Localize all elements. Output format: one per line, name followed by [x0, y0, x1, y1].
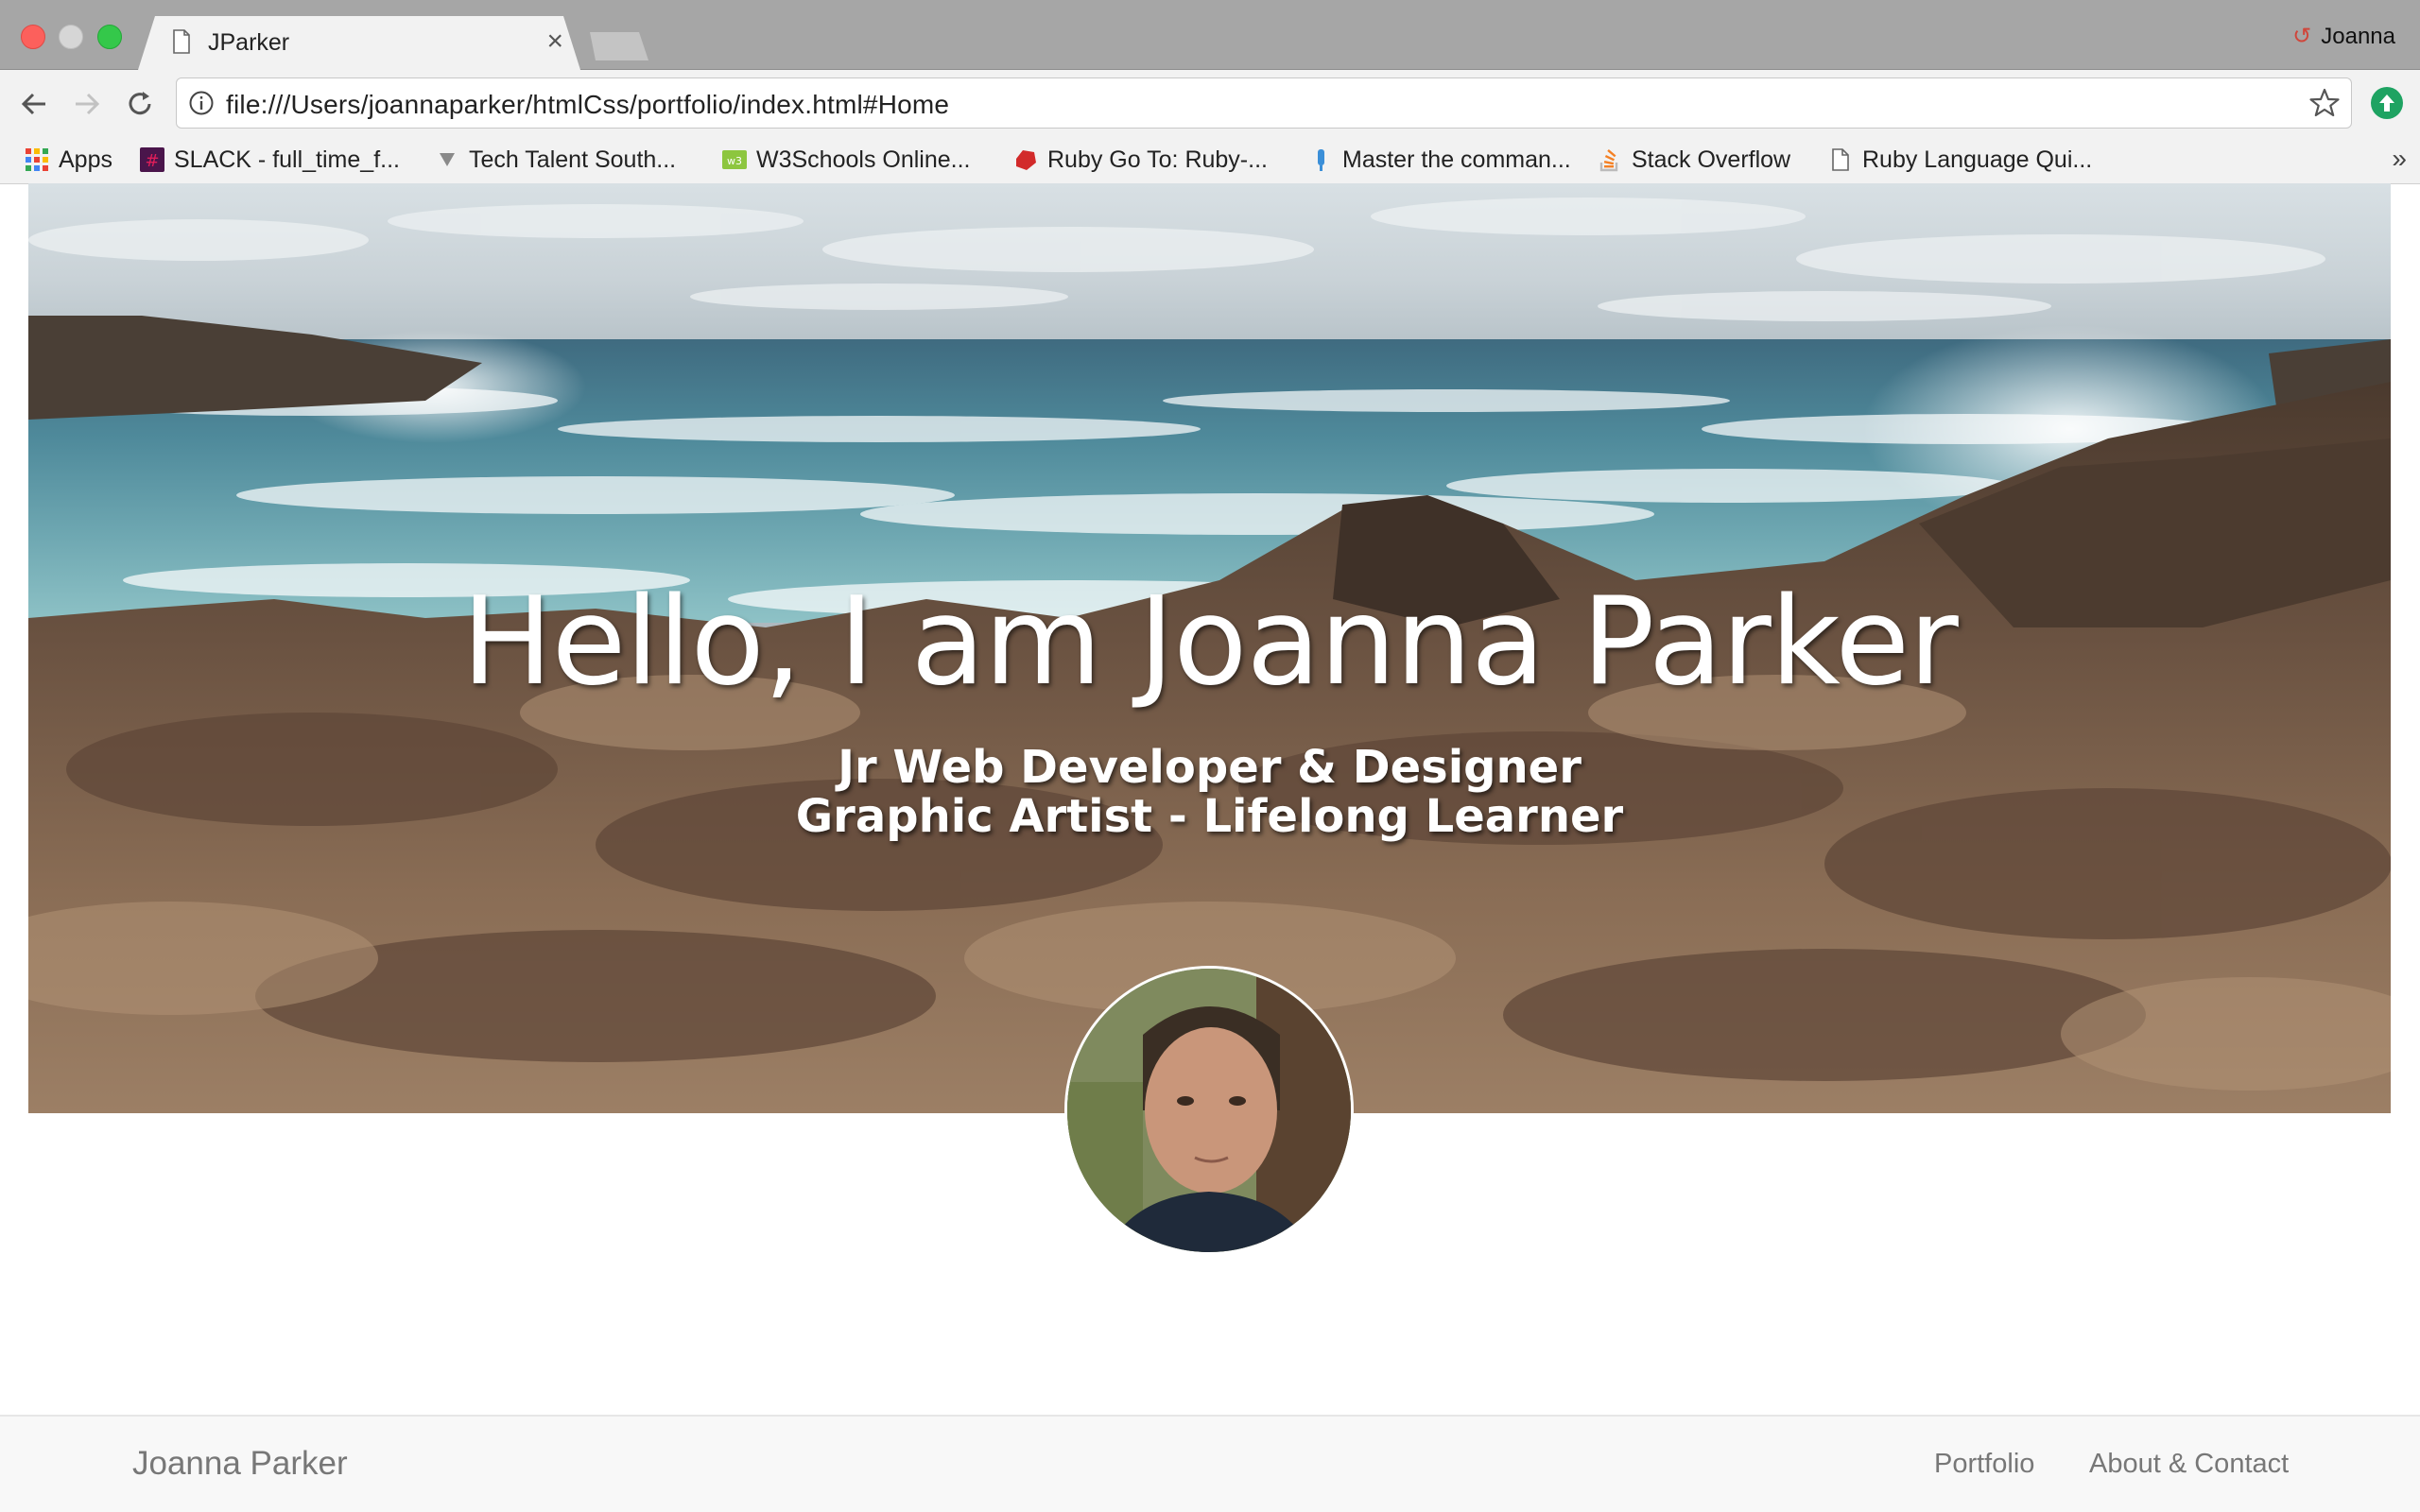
address-bar[interactable]: file:///Users/joannaparker/htmlCss/portf…: [176, 77, 2352, 129]
tts-icon: [440, 153, 455, 166]
hero-subtitle-line2: Graphic Artist - Lifelong Learner: [795, 790, 1624, 843]
bookmark-star-icon[interactable]: [2308, 86, 2342, 120]
bookmark-master-command-line[interactable]: Master the comman...: [1308, 144, 1571, 176]
minimize-window-button[interactable]: [59, 25, 83, 49]
apps-grid-icon: [26, 148, 48, 171]
toolbar: file:///Users/joannaparker/htmlCss/portf…: [0, 70, 2420, 138]
profile-button[interactable]: ↺ Joanna: [2292, 23, 2395, 50]
bookmark-stack-overflow[interactable]: Stack Overflow: [1598, 144, 1790, 176]
close-tab-icon[interactable]: ×: [546, 26, 563, 58]
page-icon: [1832, 148, 1849, 171]
url-text: file:///Users/joannaparker/htmlCss/portf…: [226, 90, 950, 119]
nav-link-portfolio[interactable]: Portfolio: [1934, 1449, 2034, 1480]
bookmark-label: Tech Talent South...: [469, 146, 677, 173]
hero-title: Hello, I am Joanna Parker: [461, 572, 1958, 713]
bookmark-label: W3Schools Online...: [756, 146, 971, 173]
footer-brand-link[interactable]: Joanna Parker: [132, 1445, 348, 1483]
bookmark-slack[interactable]: # SLACK - full_time_f...: [140, 144, 400, 176]
bookmark-apps[interactable]: Apps: [25, 144, 112, 176]
hero-subtitle: Jr Web Developer & Designer Graphic Arti…: [28, 743, 2391, 841]
svg-text:w3: w3: [727, 155, 742, 167]
tab-active[interactable]: JParker ×: [138, 16, 580, 70]
bookmarks-bar: Apps # SLACK - full_time_f... Tech Talen…: [0, 138, 2420, 184]
bookmark-w3schools[interactable]: w3 W3Schools Online...: [722, 144, 971, 176]
w3schools-icon: w3: [722, 150, 747, 169]
slack-icon: #: [140, 147, 164, 172]
ruby-icon: [1016, 150, 1036, 170]
bookmark-label: SLACK - full_time_f...: [174, 146, 400, 173]
stack-overflow-icon: [1599, 149, 1618, 172]
info-icon[interactable]: [188, 90, 215, 116]
zoom-window-button[interactable]: [97, 25, 122, 49]
nav-link-about-contact[interactable]: About & Contact: [2089, 1449, 2289, 1480]
bookmark-label: Ruby Language Qui...: [1862, 146, 2093, 173]
hero-subtitle-line1: Jr Web Developer & Designer: [838, 741, 1582, 794]
tab-title: JParker: [208, 29, 290, 56]
bookmark-ruby-go-to[interactable]: Ruby Go To: Ruby-...: [1013, 144, 1268, 176]
forward-arrow-icon[interactable]: [70, 87, 104, 121]
document-icon: [173, 29, 190, 54]
extension-update-icon[interactable]: [2371, 87, 2403, 119]
reload-icon[interactable]: [123, 87, 157, 121]
close-window-button[interactable]: [21, 25, 45, 49]
profile-name: Joanna: [2321, 24, 2395, 49]
more-bookmarks-chevron-icon[interactable]: »: [2392, 144, 2407, 174]
svg-text:#: #: [145, 151, 159, 171]
new-tab-button[interactable]: [590, 32, 648, 60]
tab-bar: JParker × ↺ Joanna: [0, 0, 2420, 70]
bookmark-tech-talent-south[interactable]: Tech Talent South...: [435, 144, 676, 176]
portrait-photo: [1067, 969, 1351, 1252]
bookmark-ruby-language-quiz[interactable]: Ruby Language Qui...: [1828, 144, 2092, 176]
back-arrow-icon[interactable]: [17, 87, 51, 121]
bookmark-label: Ruby Go To: Ruby-...: [1047, 146, 1268, 173]
bookmark-label: Apps: [59, 146, 112, 173]
avatar: [1064, 966, 1354, 1255]
command-line-icon: [1318, 149, 1324, 171]
footer-navbar: Joanna Parker Portfolio About & Contact: [0, 1415, 2420, 1512]
bookmark-label: Master the comman...: [1342, 146, 1571, 173]
profile-sync-icon: ↺: [2292, 24, 2312, 49]
bookmark-label: Stack Overflow: [1632, 146, 1791, 173]
